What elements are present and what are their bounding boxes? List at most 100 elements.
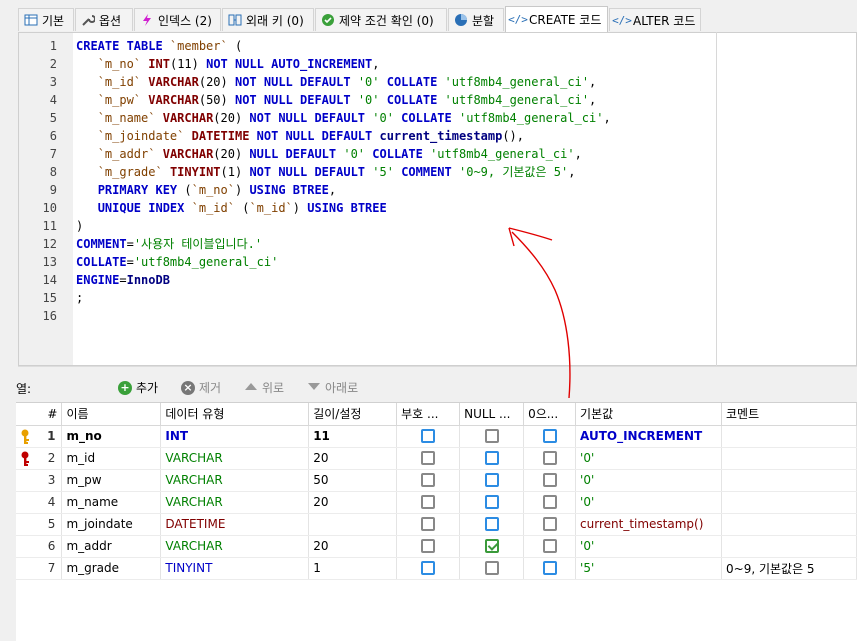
column-header[interactable]: 0으... — [523, 403, 577, 426]
default-value-cell[interactable]: AUTO_INCREMENT — [575, 425, 722, 448]
data-type-cell[interactable]: TINYINT — [160, 557, 310, 580]
table-row[interactable]: 1 m_no INT 11 AUTO_INCREMENT — [16, 425, 857, 448]
sql-code-editor[interactable]: 1 2 3 4 5 6 7 8 9 10 11 12 13 14 15 16 CREATE TABLE `me… — [18, 32, 857, 366]
allow-null-checkbox[interactable] — [484, 539, 499, 554]
length-cell[interactable]: 20 — [308, 447, 398, 470]
zerofill-checkbox[interactable] — [542, 495, 557, 510]
code-token: NOT NULL DEFAULT — [234, 93, 358, 107]
unsigned-checkbox[interactable] — [421, 429, 436, 444]
table-row[interactable]: 4 m_name VARCHAR 20 '0' — [16, 491, 857, 514]
columns-grid[interactable]: # 이름 데이터 유형 길이/설정 부호 ... NULL ... 0으... 기본값 코멘트 … — [16, 402, 857, 641]
column-name-cell[interactable]: m_no — [61, 425, 162, 448]
default-value-cell[interactable]: '0' — [575, 491, 722, 514]
length-cell[interactable]: 11 — [308, 425, 398, 448]
comment-cell[interactable] — [721, 535, 857, 558]
length-cell[interactable]: 50 — [308, 469, 398, 492]
tab-alter-code[interactable]: </> ALTER 코드 — [609, 8, 701, 31]
column-header[interactable]: NULL ... — [459, 403, 525, 426]
tab-options[interactable]: 옵션 — [75, 8, 133, 31]
unsigned-checkbox[interactable] — [421, 495, 436, 510]
table-icon — [24, 13, 38, 27]
column-header[interactable]: 데이터 유형 — [160, 403, 310, 426]
comment-cell[interactable] — [721, 469, 857, 492]
table-row[interactable]: 2 m_id VARCHAR 20 '0' — [16, 447, 857, 470]
column-header[interactable]: 부호 ... — [396, 403, 461, 426]
line-number: 12 — [42, 237, 57, 251]
allow-null-checkbox[interactable] — [484, 517, 499, 532]
allow-null-checkbox[interactable] — [484, 429, 499, 444]
table-row[interactable]: 5 m_joindate DATETIME current_timestamp() — [16, 513, 857, 536]
remove-column-button[interactable]: × 제거 — [181, 379, 221, 396]
code-content[interactable]: CREATE TABLE `member` ( `m_no` INT(11) N… — [76, 37, 611, 325]
table-row[interactable]: 7 m_grade TINYINT 1 '5' 0~9, 기본값은 5 — [16, 557, 857, 580]
comment-cell[interactable] — [721, 513, 857, 536]
zerofill-checkbox[interactable] — [542, 539, 557, 554]
table-row[interactable]: 6 m_addr VARCHAR 20 '0' — [16, 535, 857, 558]
line-number: 14 — [42, 273, 57, 287]
length-cell[interactable]: 1 — [308, 557, 398, 580]
primary-key-icon — [19, 429, 31, 445]
column-header[interactable]: 코멘트 — [721, 403, 857, 426]
comment-cell[interactable] — [721, 491, 857, 514]
data-type-cell[interactable]: VARCHAR — [160, 469, 310, 492]
zerofill-checkbox[interactable] — [542, 517, 557, 532]
data-type-cell[interactable]: VARCHAR — [160, 535, 310, 558]
length-cell[interactable]: 20 — [308, 535, 398, 558]
column-header[interactable]: 이름 — [61, 403, 162, 426]
tab-basic[interactable]: 기본 — [18, 8, 74, 31]
tab-create-code[interactable]: </> CREATE 코드 — [505, 6, 608, 32]
default-value-cell[interactable]: '5' — [575, 557, 722, 580]
column-name-cell[interactable]: m_addr — [61, 535, 162, 558]
column-name-cell[interactable]: m_joindate — [61, 513, 162, 536]
tab-partitions[interactable]: 분할 — [448, 8, 504, 31]
unsigned-checkbox[interactable] — [421, 451, 436, 466]
column-header[interactable]: 길이/설정 — [308, 403, 398, 426]
tab-check-constraints[interactable]: 제약 조건 확인 (0) — [315, 8, 447, 31]
zerofill-checkbox[interactable] — [542, 451, 557, 466]
code-token: , — [568, 165, 576, 179]
default-value-cell[interactable]: '0' — [575, 447, 722, 470]
move-down-button[interactable]: 아래로 — [307, 379, 358, 396]
column-name-cell[interactable]: m_name — [61, 491, 162, 514]
zerofill-checkbox[interactable] — [542, 429, 557, 444]
default-value-cell[interactable]: current_timestamp() — [575, 513, 722, 536]
length-cell[interactable] — [308, 513, 398, 536]
comment-cell[interactable] — [721, 447, 857, 470]
code-line: `m_addr` VARCHAR(20) NULL DEFAULT '0' CO… — [76, 145, 611, 163]
unsigned-checkbox[interactable] — [421, 561, 436, 576]
default-value-cell[interactable]: '0' — [575, 535, 722, 558]
data-type-cell[interactable]: DATETIME — [160, 513, 310, 536]
table-row[interactable]: 3 m_pw VARCHAR 50 '0' — [16, 469, 857, 492]
allow-null-checkbox[interactable] — [484, 451, 499, 466]
comment-cell[interactable]: 0~9, 기본값은 5 — [721, 557, 857, 580]
allow-null-checkbox[interactable] — [484, 473, 499, 488]
allow-null-checkbox[interactable] — [484, 561, 499, 576]
column-header[interactable]: # — [16, 403, 63, 426]
code-line: ) — [76, 217, 611, 235]
data-type-cell[interactable]: VARCHAR — [160, 491, 310, 514]
length-cell[interactable]: 20 — [308, 491, 398, 514]
column-name-cell[interactable]: m_grade — [61, 557, 162, 580]
row-number: 2 — [47, 451, 56, 465]
add-column-button[interactable]: + 추가 — [118, 379, 158, 396]
comment-cell[interactable] — [721, 425, 857, 448]
zerofill-checkbox[interactable] — [542, 561, 557, 576]
move-up-button[interactable]: 위로 — [244, 379, 284, 396]
column-header[interactable]: 기본값 — [575, 403, 722, 426]
horizontal-scrollbar[interactable] — [18, 366, 857, 375]
code-token: 'utf8mb4_general_ci' — [133, 255, 279, 269]
tab-foreign-keys[interactable]: 외래 키 (0) — [222, 8, 314, 31]
check-icon — [321, 13, 335, 27]
data-type-cell[interactable]: VARCHAR — [160, 447, 310, 470]
default-value-cell[interactable]: '0' — [575, 469, 722, 492]
unsigned-checkbox[interactable] — [421, 517, 436, 532]
allow-null-checkbox[interactable] — [484, 495, 499, 510]
zerofill-checkbox[interactable] — [542, 473, 557, 488]
code-token: ) — [234, 183, 250, 197]
column-name-cell[interactable]: m_pw — [61, 469, 162, 492]
data-type-cell[interactable]: INT — [160, 425, 310, 448]
column-name-cell[interactable]: m_id — [61, 447, 162, 470]
tab-indexes[interactable]: 인덱스 (2) — [134, 8, 221, 31]
unsigned-checkbox[interactable] — [421, 539, 436, 554]
unsigned-checkbox[interactable] — [421, 473, 436, 488]
